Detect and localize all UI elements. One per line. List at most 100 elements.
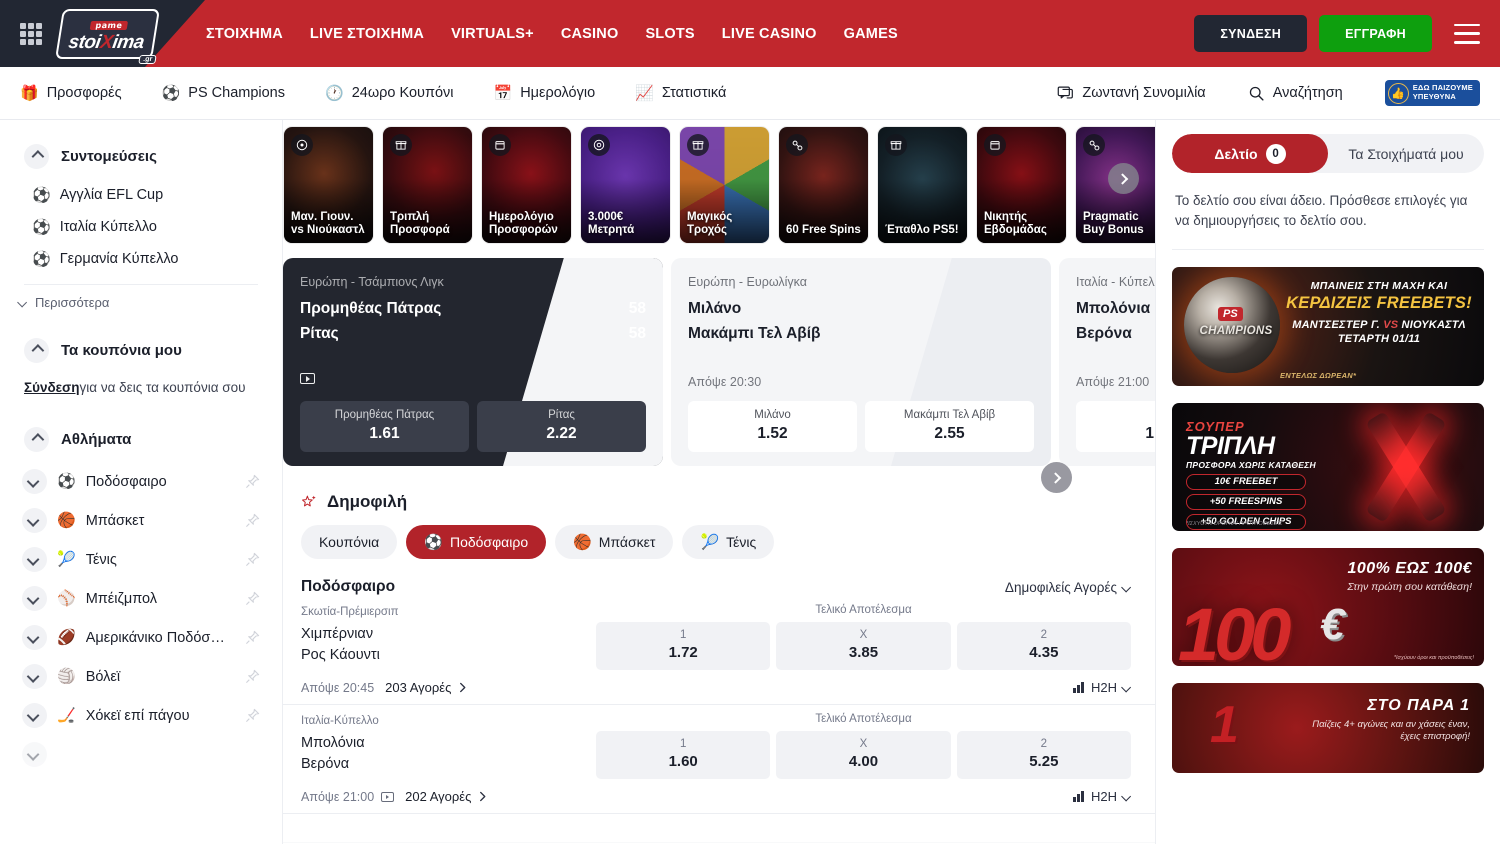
sidebar-item-next-partial[interactable]	[0, 735, 282, 774]
featured-odd-home[interactable]: 1 1.60	[1076, 401, 1155, 452]
filter-chip-basketball[interactable]: 🏀 Μπάσκετ	[555, 525, 673, 559]
site-logo[interactable]: pame stoiXima .gr	[58, 10, 158, 58]
tab-betslip[interactable]: Δελτίο 0	[1172, 134, 1328, 173]
collapse-toggle-shortcuts[interactable]	[24, 144, 49, 169]
banner-ps-champions[interactable]: PS CHAMPIONS ΜΠΑΙΝΕΙΣ ΣΤΗ ΜΑΧΗ ΚΑΙ ΚΕΡΔΙ…	[1172, 267, 1484, 386]
banner-first-deposit[interactable]: 100% ΕΩΣ 100€ Στην πρώτη σου κατάθεση! 1…	[1172, 548, 1484, 666]
expand-toggle-baseball[interactable]	[22, 586, 47, 611]
odd-button-x[interactable]: X 3.85	[776, 622, 950, 670]
subnav-item-ps-champions[interactable]: ⚽ PS Champions	[162, 85, 285, 101]
sidebar-more-button[interactable]: Περισσότερα	[0, 285, 282, 320]
collapse-toggle-coupons[interactable]	[24, 338, 49, 363]
promo-tile-ps-champions[interactable]: PS CHAMPIONS Μαν. Γιουν. vs Νιούκαστλ	[283, 126, 374, 244]
sidebar-item-italy-cup[interactable]: ⚽ Ιταλία Κύπελλο	[0, 211, 282, 243]
sidebar-item-volleyball[interactable]: 🏐 Βόλεϊ	[0, 657, 282, 696]
featured-odd-home[interactable]: Προμηθέας Πάτρας 1.61	[300, 401, 469, 452]
odd-button-x[interactable]: X 4.00	[776, 731, 950, 779]
banner-sto-para-1[interactable]: 1 ΣΤΟ ΠΑΡΑ 1 Παίζεις 4+ αγώνες και αν χά…	[1172, 683, 1484, 773]
nav-stoixima[interactable]: ΣΤΟΙΧΗΜΑ	[206, 26, 283, 42]
sidebar-section-my-coupons[interactable]: Τα κουπόνια μου	[0, 332, 282, 369]
sidebar-item-ice-hockey[interactable]: 🏒 Χόκεϊ επί πάγου	[0, 696, 282, 735]
featured-odd-away[interactable]: Μακάμπι Τελ Αβίβ 2.55	[865, 401, 1034, 452]
nav-slots[interactable]: SLOTS	[645, 26, 694, 42]
expand-toggle-next[interactable]	[22, 742, 47, 767]
live-stream-icon[interactable]	[300, 373, 315, 384]
search-button[interactable]: Αναζήτηση	[1248, 85, 1343, 102]
sidebar-item-tennis[interactable]: 🎾 Τένις	[0, 540, 282, 579]
live-stream-icon[interactable]	[381, 792, 394, 802]
expand-toggle-volleyball[interactable]	[22, 664, 47, 689]
featured-card-italy-cup[interactable]: Ιταλία - Κύπελλο Μπολόνια Βερόνα Απόψε 2…	[1059, 258, 1155, 466]
match-info[interactable]: Ιταλία-Κύπελλο Μπολόνια Βερόνα	[301, 713, 596, 775]
nav-live-stoixima[interactable]: LIVE ΣΤΟΙΧΗΜΑ	[310, 26, 424, 42]
promo-tile-magic-wheel[interactable]: MAGIC WHEEL Μαγικός Τροχός	[679, 126, 770, 244]
pin-icon[interactable]	[245, 669, 260, 684]
sidebar-item-baseball[interactable]: ⚾ Μπέιζμπολ	[0, 579, 282, 618]
featured-odd-away[interactable]: Ρίτας 2.22	[477, 401, 646, 452]
expand-toggle-ice-hockey[interactable]	[22, 703, 47, 728]
match-info[interactable]	[301, 822, 596, 842]
subnav-item-statistics[interactable]: 📈 Στατιστικά	[635, 85, 726, 101]
match-markets-link[interactable]: 203 Αγορές	[385, 680, 467, 695]
promo-tile-weekly-winner[interactable]: ΜΕ €27 ΚΕΡΔΙΣΕ €6.308 Νικητής Εβδομάδας	[976, 126, 1067, 244]
pin-icon[interactable]	[245, 474, 260, 489]
featured-odd-home[interactable]: Μιλάνο 1.52	[688, 401, 857, 452]
collapse-toggle-sports[interactable]	[24, 427, 49, 452]
register-button[interactable]: ΕΓΓΡΑΦΗ	[1319, 15, 1432, 52]
promo-carousel-next-button[interactable]	[1108, 163, 1139, 194]
subnav-item-calendar[interactable]: 📅 Ημερολόγιο	[494, 85, 596, 101]
nav-virtuals[interactable]: VIRTUALS+	[451, 26, 534, 42]
featured-carousel-next-button[interactable]	[1041, 462, 1072, 493]
match-h2h-toggle[interactable]: H2H	[1073, 789, 1131, 804]
banner-super-tripli[interactable]: ΣΟΥΠΕΡ ΤΡΙΠΛΗ ΠΡΟΣΦΟΡΑ ΧΩΡΙΣ ΚΑΤΑΘΕΣΗ 10…	[1172, 403, 1484, 531]
sidebar-item-american-football[interactable]: 🏈 Αμερικάνικο Ποδόσ…	[0, 618, 282, 657]
odd-button-2[interactable]: 2 5.25	[957, 731, 1131, 779]
promo-tile-triple-offer[interactable]: ΣΟΥΠΕΡ ΤΡΙΠΛΗ Τριπλή Προσφορά	[382, 126, 473, 244]
promo-tile-60-free-spins[interactable]: TRICK OR TREAT 60 Free Spins	[778, 126, 869, 244]
popular-markets-dropdown[interactable]: Δημοφιλείς Αγορές	[1005, 580, 1131, 595]
match-markets-link[interactable]: 202 Αγορές	[405, 789, 487, 804]
pin-icon[interactable]	[245, 630, 260, 645]
tab-my-bets[interactable]: Τα Στοιχήματά μου	[1328, 134, 1484, 173]
subnav-item-24h-coupon[interactable]: 🕐 24ωρο Κουπόνι	[325, 85, 454, 101]
sidebar-item-basketball[interactable]: 🏀 Μπάσκετ	[0, 501, 282, 540]
featured-odd-label: Προμηθέας Πάτρας	[306, 409, 463, 421]
sidebar-item-football[interactable]: ⚽ Ποδόσφαιρο	[0, 462, 282, 501]
expand-toggle-basketball[interactable]	[22, 508, 47, 533]
live-chat-button[interactable]: Ζωντανή Συνομιλία	[1057, 85, 1205, 102]
match-h2h-toggle[interactable]: H2H	[1073, 680, 1131, 695]
sidebar-section-shortcuts[interactable]: Συντομεύσεις	[0, 138, 282, 175]
filter-chip-coupons[interactable]: Κουπόνια	[301, 525, 397, 559]
featured-card-euroleague[interactable]: Ευρώπη - Ευρωλίγκα Μιλάνο Μακάμπι Τελ Αβ…	[671, 258, 1051, 466]
pin-icon[interactable]	[245, 513, 260, 528]
nav-live-casino[interactable]: LIVE CASINO	[722, 26, 817, 42]
sidebar-section-sports[interactable]: Αθλήματα	[0, 421, 282, 458]
odd-button-1[interactable]: 1 1.72	[596, 622, 770, 670]
login-button[interactable]: ΣΥΝΔΕΣΗ	[1194, 15, 1307, 52]
expand-toggle-american-football[interactable]	[22, 625, 47, 650]
nav-games[interactable]: GAMES	[844, 26, 898, 42]
promo-tile-ps5-prize[interactable]: PS BATTLES Έπαθλο PS5!	[877, 126, 968, 244]
odd-button-1[interactable]: 1 1.60	[596, 731, 770, 779]
promo-tile-offers-calendar[interactable]: PS OFFER Ημερολόγιο Προσφορών	[481, 126, 572, 244]
pin-icon[interactable]	[245, 552, 260, 567]
sidebar-item-germany-cup[interactable]: ⚽ Γερμανία Κύπελλο	[0, 243, 282, 275]
subnav-item-offers[interactable]: 🎁 Προσφορές	[20, 85, 122, 101]
filter-chip-tennis[interactable]: 🎾 Τένις	[682, 525, 774, 559]
apps-grid-icon[interactable]	[20, 23, 42, 45]
sidebar-login-link[interactable]: Σύνδεση	[24, 380, 80, 395]
expand-toggle-tennis[interactable]	[22, 547, 47, 572]
odd-button-2[interactable]: 2 4.35	[957, 622, 1131, 670]
pin-icon[interactable]	[245, 708, 260, 723]
responsible-gaming-badge[interactable]: 👍 ΕΔΩ ΠΑΙΖΟΥΜΕ ΥΠΕΥΘΥΝΑ	[1385, 80, 1480, 106]
filter-chip-football[interactable]: ⚽ Ποδόσφαιρο	[406, 525, 546, 559]
match-info[interactable]: Σκωτία-Πρέμιερσιπ Χιμπέρνιαν Ρος Κάουντι	[301, 604, 596, 666]
nav-casino[interactable]: CASINO	[561, 26, 619, 42]
banner-big-number: 1	[1210, 699, 1239, 751]
hamburger-menu-icon[interactable]	[1454, 24, 1480, 44]
pin-icon[interactable]	[245, 591, 260, 606]
sidebar-item-efl-cup[interactable]: ⚽ Αγγλία EFL Cup	[0, 179, 282, 211]
featured-card-live[interactable]: Ευρώπη - Τσάμπιονς Λιγκ Προμηθέας Πάτρας…	[283, 258, 663, 466]
promo-tile-cash-3000[interactable]: 🎃🏆 3.000€ Μετρητά	[580, 126, 671, 244]
expand-toggle-football[interactable]	[22, 469, 47, 494]
